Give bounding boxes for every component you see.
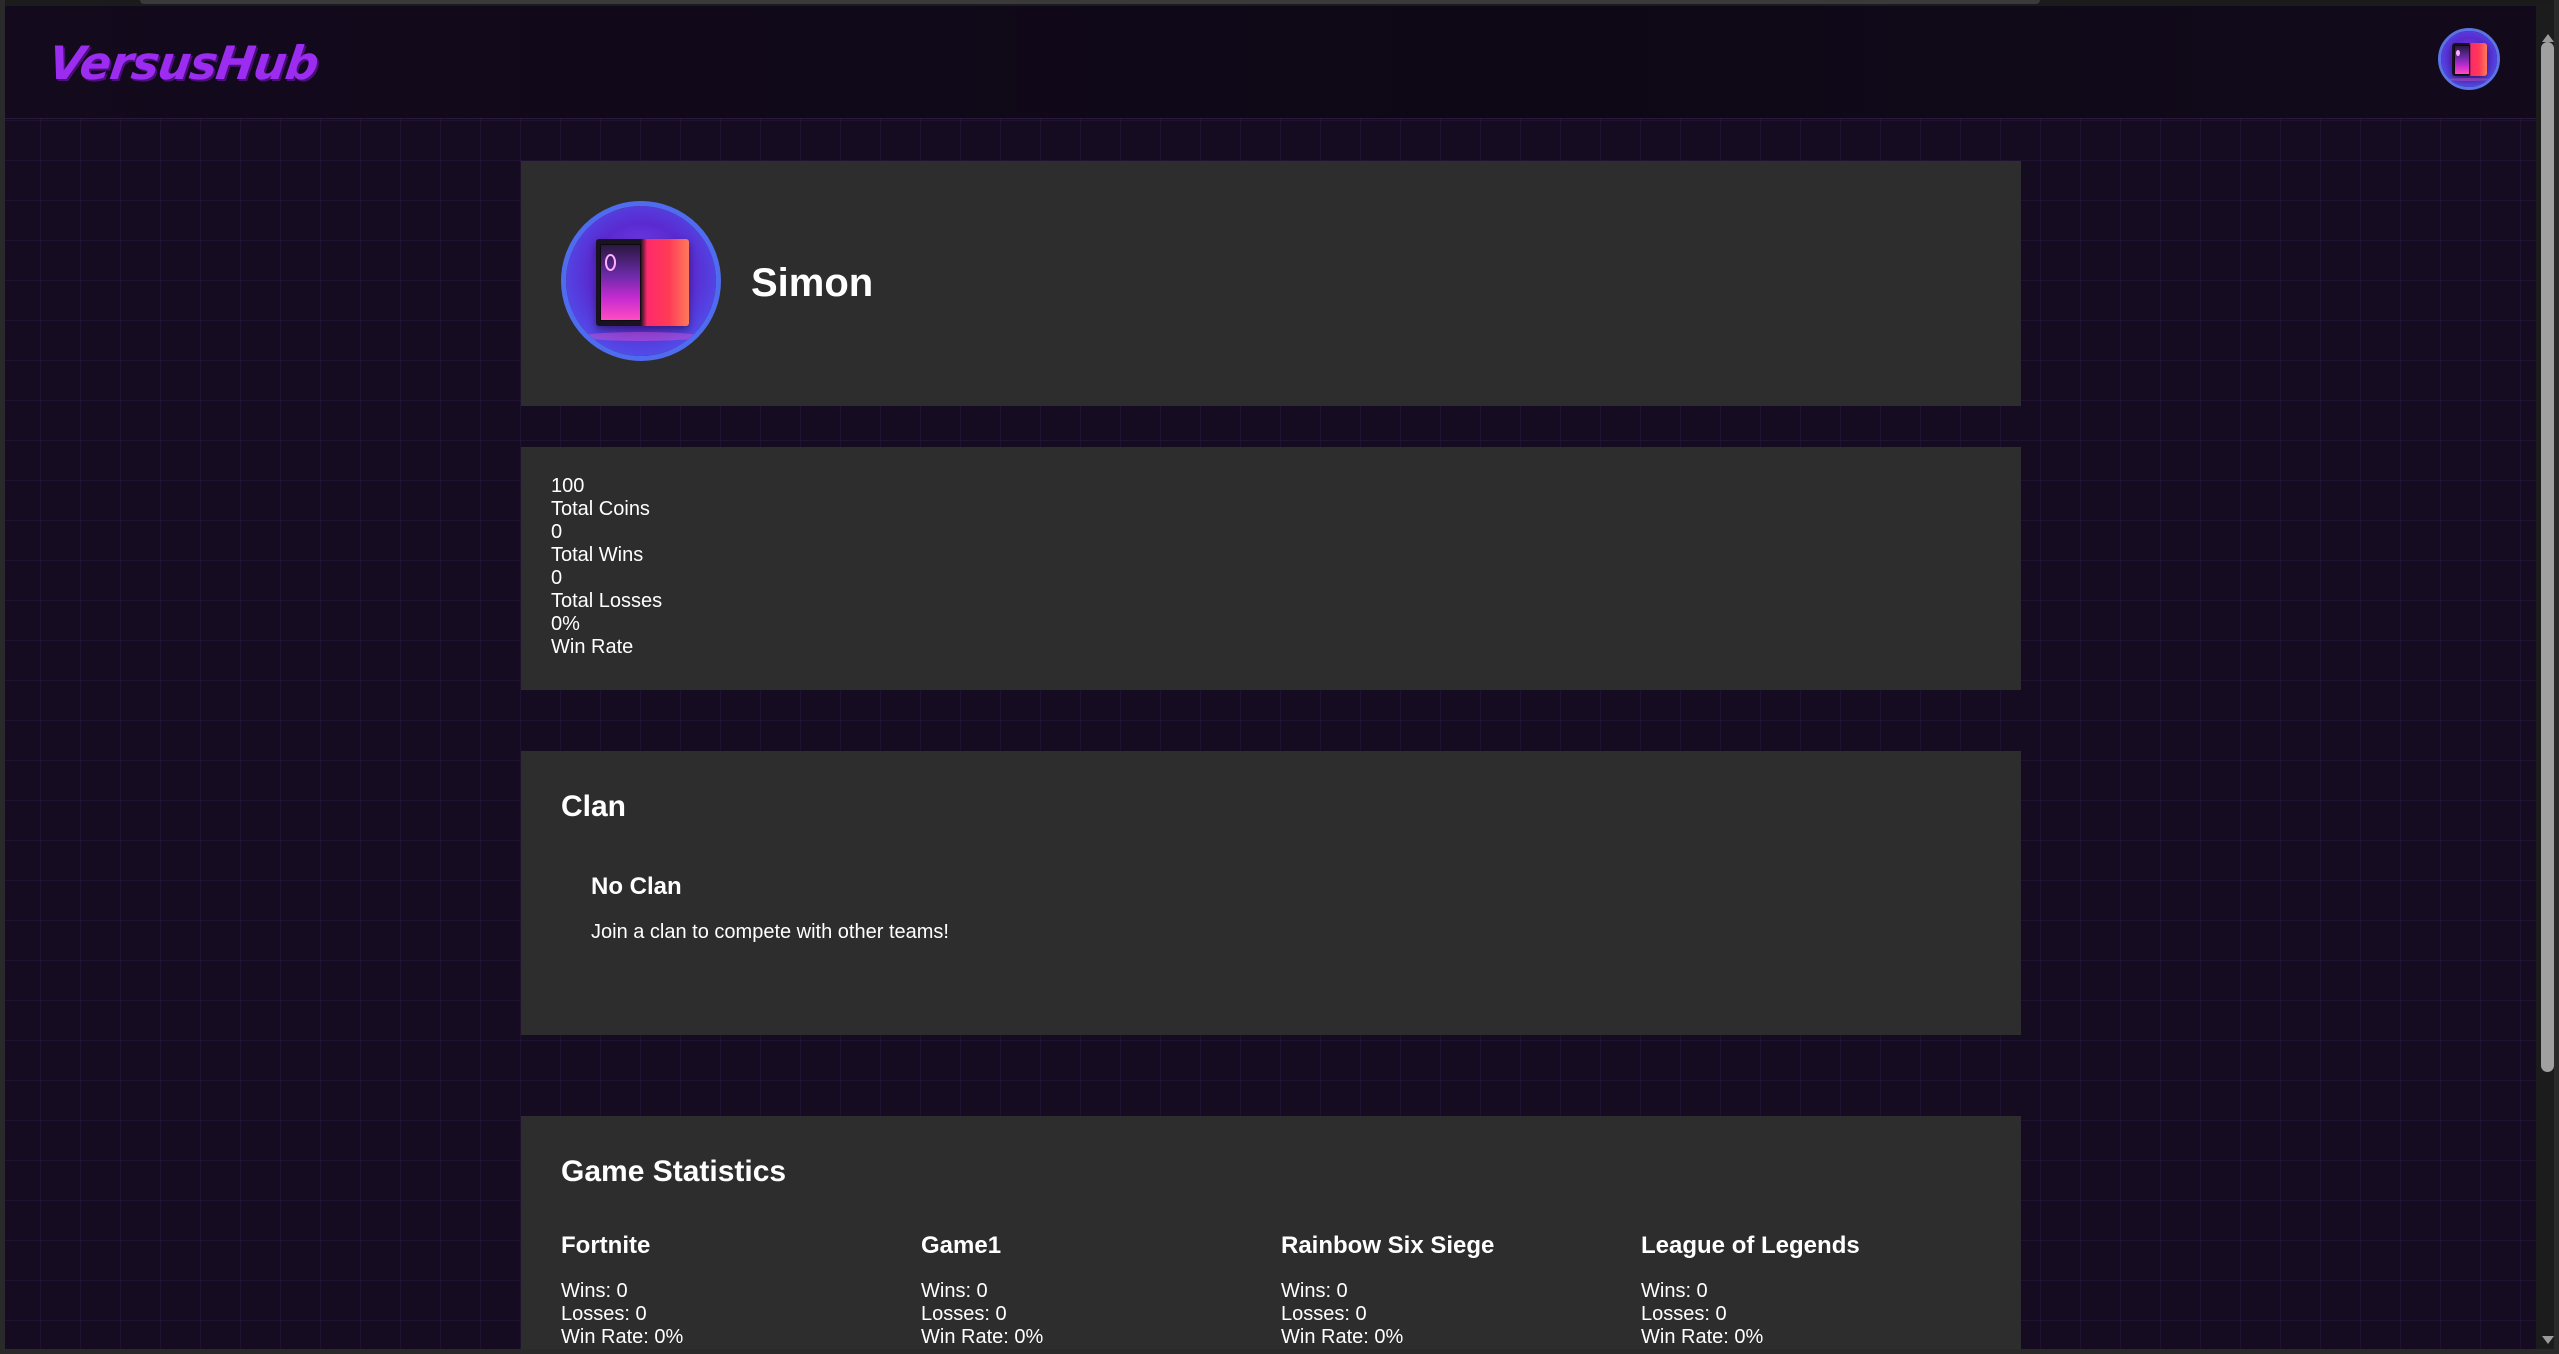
clan-name: No Clan bbox=[591, 873, 682, 900]
clan-card: Clan No Clan Join a clan to compete with… bbox=[521, 751, 2021, 1035]
game-stat-column: Game1 Wins: 0 Losses: 0 Win Rate: 0% bbox=[921, 1232, 1281, 1349]
game-name: League of Legends bbox=[1641, 1232, 1860, 1259]
versushub-logo[interactable]: VersusHub bbox=[45, 36, 321, 90]
game-statistics-card: Game Statistics Fortnite Wins: 0 Losses:… bbox=[521, 1116, 2021, 1354]
profile-username: Simon bbox=[751, 261, 874, 305]
game-name: Game1 bbox=[921, 1232, 1002, 1259]
total-wins-value: 0 bbox=[551, 521, 563, 543]
game-win-rate: Win Rate: 0% bbox=[1281, 1326, 1404, 1348]
total-losses-value: 0 bbox=[551, 567, 563, 589]
game-name: Fortnite bbox=[561, 1232, 651, 1259]
browser-tab-edge bbox=[140, 0, 2040, 4]
game-win-rate: Win Rate: 0% bbox=[1641, 1326, 1764, 1348]
game-win-rate: Win Rate: 0% bbox=[561, 1326, 684, 1348]
total-losses-label: Total Losses bbox=[551, 590, 663, 612]
clan-description: Join a clan to compete with other teams! bbox=[591, 921, 949, 943]
game-stat-column: Fortnite Wins: 0 Losses: 0 Win Rate: 0% bbox=[561, 1232, 921, 1349]
game-stat-column: League of Legends Wins: 0 Losses: 0 Win … bbox=[1641, 1232, 2001, 1349]
scroll-up-arrow-icon[interactable] bbox=[2542, 34, 2554, 42]
profile-card: Simon bbox=[521, 161, 2021, 406]
page-scrollbar[interactable] bbox=[2536, 6, 2559, 1354]
total-coins-label: Total Coins bbox=[551, 498, 650, 520]
scroll-down-arrow-icon[interactable] bbox=[2542, 1336, 2554, 1344]
header-avatar-button[interactable] bbox=[2438, 28, 2500, 90]
scrollbar-thumb[interactable] bbox=[2541, 42, 2554, 1072]
game-wins: Wins: 0 bbox=[1641, 1280, 1708, 1302]
clan-section-title: Clan bbox=[561, 790, 627, 823]
stats-card: 100 Total Coins 0 Total Wins 0 Total Los… bbox=[521, 447, 2021, 690]
game-statistics-title: Game Statistics bbox=[561, 1155, 787, 1188]
game-wins: Wins: 0 bbox=[921, 1280, 988, 1302]
total-wins-label: Total Wins bbox=[551, 544, 644, 566]
win-rate-value: 0% bbox=[551, 613, 580, 635]
site-header: VersusHub bbox=[5, 6, 2536, 119]
game-losses: Losses: 0 bbox=[921, 1303, 1007, 1325]
user-avatar-pc-icon bbox=[2441, 31, 2497, 87]
game-losses: Losses: 0 bbox=[561, 1303, 647, 1325]
total-coins-value: 100 bbox=[551, 475, 585, 497]
game-wins: Wins: 0 bbox=[561, 1280, 628, 1302]
pc-tower-avatar-icon bbox=[566, 206, 716, 356]
game-name: Rainbow Six Siege bbox=[1281, 1232, 1495, 1259]
win-rate-label: Win Rate bbox=[551, 636, 634, 658]
game-losses: Losses: 0 bbox=[1281, 1303, 1367, 1325]
game-stat-column: Rainbow Six Siege Wins: 0 Losses: 0 Win … bbox=[1281, 1232, 1641, 1349]
game-win-rate: Win Rate: 0% bbox=[921, 1326, 1044, 1348]
game-wins: Wins: 0 bbox=[1281, 1280, 1348, 1302]
game-losses: Losses: 0 bbox=[1641, 1303, 1727, 1325]
game-statistics-grid: Fortnite Wins: 0 Losses: 0 Win Rate: 0% … bbox=[561, 1232, 2001, 1349]
profile-avatar bbox=[561, 201, 721, 361]
